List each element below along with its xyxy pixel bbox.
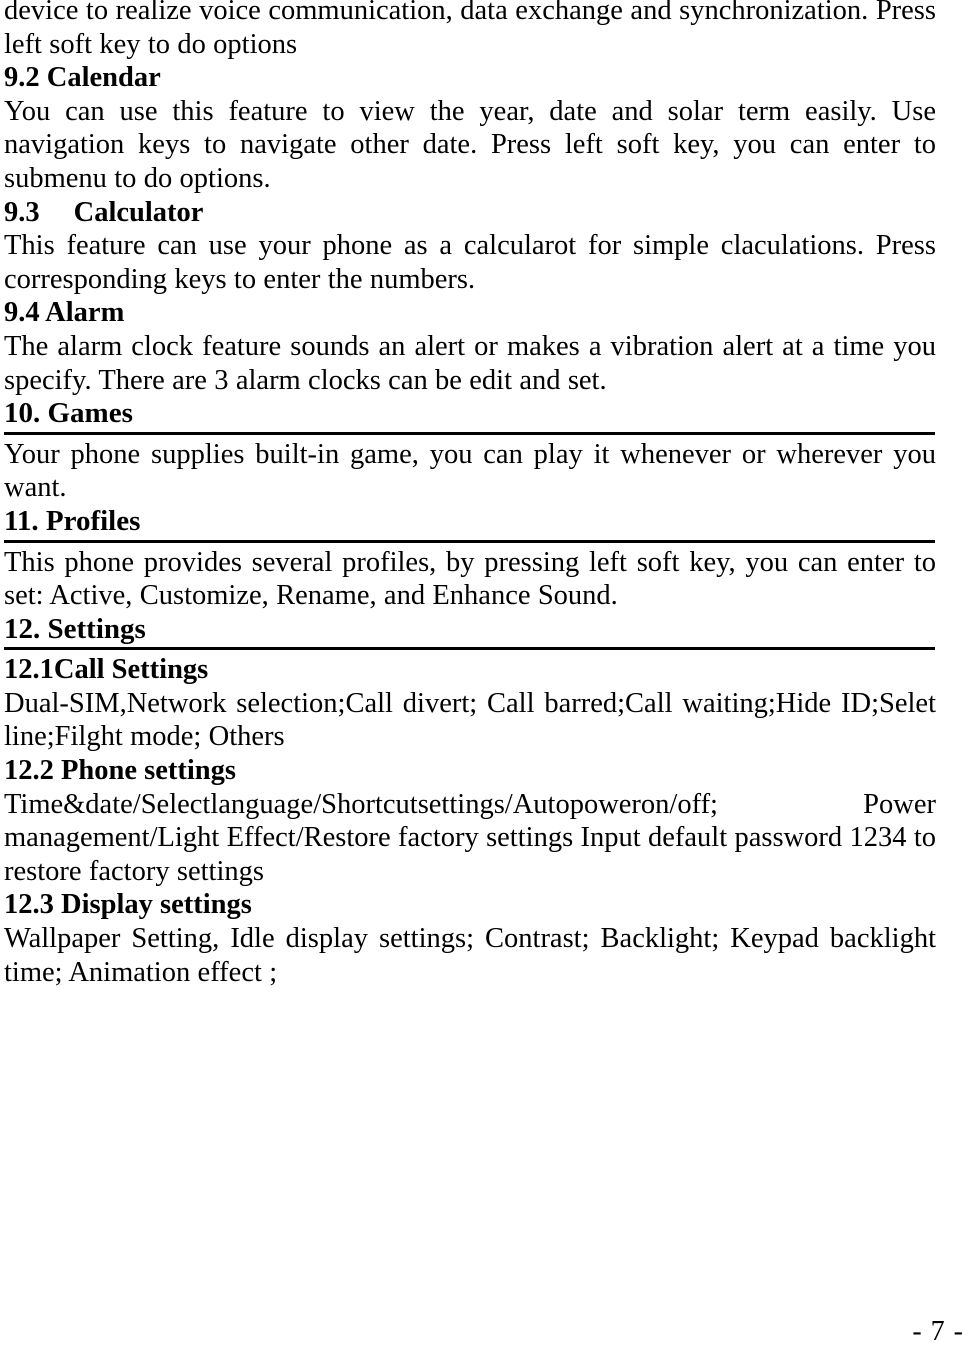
document-page: device to realize voice communication, d…: [0, 0, 970, 1353]
heading-12-3-display-settings: 12.3 Display settings: [4, 889, 252, 921]
horizontal-rule: [4, 539, 935, 543]
paragraph-call-settings: Dual-SIM,Network selection;Call divert; …: [4, 687, 936, 753]
heading-11-profiles: 11. Profiles: [4, 504, 141, 537]
document-body: device to realize voice communication, d…: [4, 0, 936, 989]
paragraph-display-settings: Wallpaper Setting, Idle display settings…: [4, 923, 936, 988]
paragraph-phone-settings: Time&date/Selectlanguage/Shortcutsetting…: [4, 788, 936, 887]
page-number: - 7 -: [912, 1316, 964, 1347]
heading-10-games: 10. Games: [4, 397, 133, 430]
heading-12-settings: 12. Settings: [4, 612, 146, 645]
horizontal-rule: [4, 431, 935, 435]
heading-underline-rule: [4, 539, 936, 546]
paragraph-profiles: This phone provides several profiles, by…: [4, 546, 936, 612]
heading-9-2-calendar: 9.2 Calendar: [4, 62, 161, 94]
heading-9-3-calculator-title: Calculator: [73, 196, 204, 228]
heading-underline-rule: [4, 431, 936, 438]
paragraph-alarm: The alarm clock feature sounds an alert …: [4, 330, 936, 396]
heading-9-3-calculator-number: 9.3: [4, 196, 40, 228]
heading-9-3-calculator: 9.3 Calculator: [4, 196, 936, 230]
heading-12-2-phone-settings: 12.2 Phone settings: [4, 755, 236, 787]
heading-12-1-call-settings: 12.1Call Settings: [4, 654, 209, 686]
heading-underline-rule: [4, 647, 936, 653]
horizontal-rule: [4, 647, 935, 651]
heading-9-4-alarm: 9.4 Alarm: [4, 297, 125, 329]
paragraph-calculator: This feature can use your phone as a cal…: [4, 230, 936, 295]
paragraph-bluetooth-continued: device to realize voice communication, d…: [4, 0, 936, 60]
paragraph-calendar: You can use this feature to view the yea…: [4, 95, 936, 194]
paragraph-games: Your phone supplies built-in game, you c…: [4, 438, 936, 504]
